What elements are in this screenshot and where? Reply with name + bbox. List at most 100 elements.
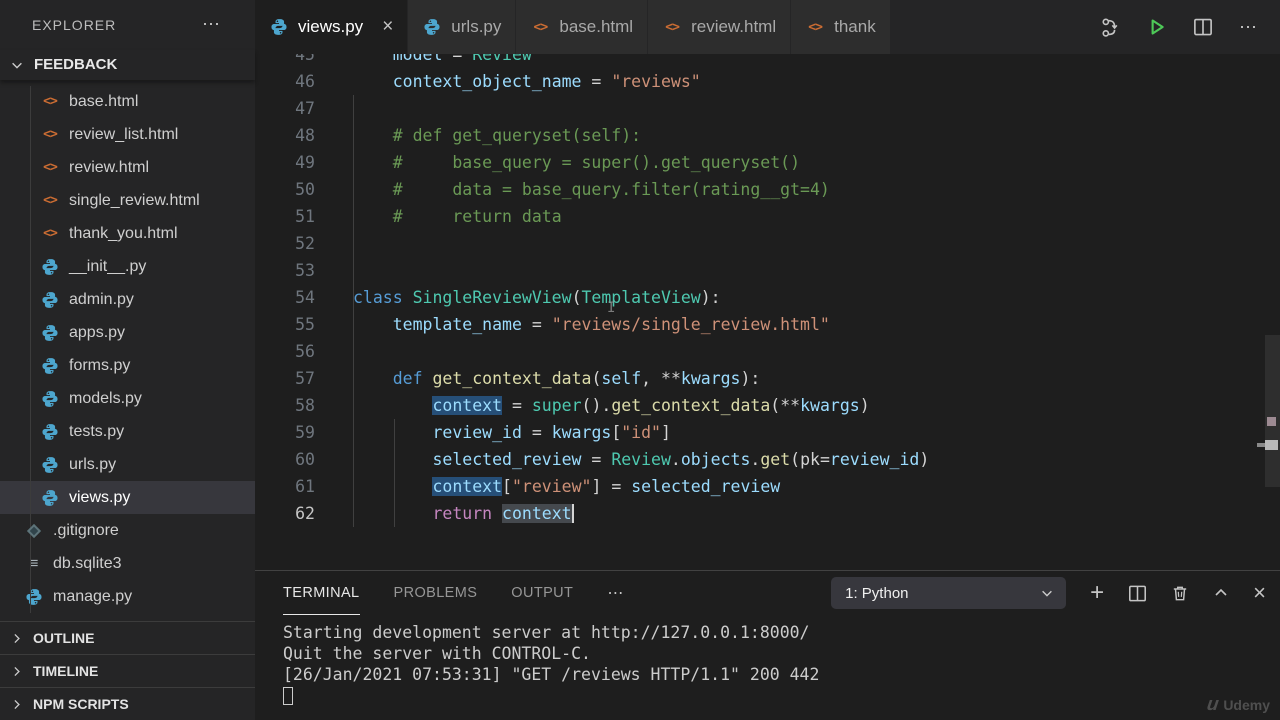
panel-tab-terminal[interactable]: TERMINAL — [283, 571, 360, 615]
open-changes-icon[interactable] — [1100, 17, 1121, 38]
code-line-54[interactable]: 54class SingleReviewView(TemplateView): — [255, 284, 1280, 311]
file-item-gitignore[interactable]: .gitignore — [0, 514, 255, 547]
file-item-manage-py[interactable]: manage.py — [0, 580, 255, 613]
sidebar-section-timeline[interactable]: TIMELINE — [0, 654, 255, 687]
sidebar-section-npm-scripts[interactable]: NPM SCRIPTS — [0, 687, 255, 720]
code-line-55[interactable]: 55 template_name = "reviews/single_revie… — [255, 311, 1280, 338]
code-line-48[interactable]: 48 # def get_queryset(self): — [255, 122, 1280, 149]
code-line-46[interactable]: 46 context_object_name = "reviews" — [255, 68, 1280, 95]
file-name: views.py — [69, 489, 130, 507]
explorer-header: EXPLORER ⋯ — [0, 0, 255, 50]
code-lines: 45 model = Review46 context_object_name … — [255, 54, 1280, 527]
code-editor[interactable]: 45 model = Review46 context_object_name … — [255, 54, 1280, 570]
file-item-review-list-html[interactable]: <>review_list.html — [0, 118, 255, 151]
run-python-icon[interactable] — [1147, 17, 1167, 37]
kill-terminal-icon[interactable] — [1171, 584, 1189, 603]
chevron-down-icon — [1040, 586, 1054, 600]
file-item-forms-py[interactable]: forms.py — [0, 349, 255, 382]
editor-more-icon[interactable]: ⋯ — [1239, 17, 1258, 38]
python-file-icon — [40, 357, 60, 375]
file-item-admin-py[interactable]: admin.py — [0, 283, 255, 316]
code-text: selected_review = Review.objects.get(pk=… — [315, 446, 929, 473]
split-terminal-icon[interactable] — [1128, 584, 1147, 603]
terminal-cursor — [283, 687, 293, 705]
new-terminal-icon[interactable]: + — [1090, 579, 1104, 607]
tab-review-html[interactable]: <>review.html — [648, 0, 791, 54]
file-item-urls-py[interactable]: urls.py — [0, 448, 255, 481]
tab-label: urls.py — [451, 17, 501, 37]
code-line-49[interactable]: 49 # base_query = super().get_queryset() — [255, 149, 1280, 176]
tabs: views.py×urls.py<>base.html<>review.html… — [255, 0, 891, 54]
file-item-base-html[interactable]: <>base.html — [0, 85, 255, 118]
editor-scrollbar[interactable] — [1265, 335, 1280, 487]
code-line-56[interactable]: 56 — [255, 338, 1280, 365]
code-line-51[interactable]: 51 # return data — [255, 203, 1280, 230]
code-line-59[interactable]: 59 review_id = kwargs["id"] — [255, 419, 1280, 446]
line-number: 48 — [255, 122, 315, 149]
html-file-icon: <> — [40, 127, 60, 142]
code-line-45[interactable]: 45 model = Review — [255, 54, 1280, 68]
file-item-models-py[interactable]: models.py — [0, 382, 255, 415]
file-item-init-py[interactable]: __init__.py — [0, 250, 255, 283]
chevron-down-icon — [10, 58, 24, 72]
explorer-sidebar: EXPLORER ⋯ FEEDBACK <>base.html<>review_… — [0, 0, 255, 720]
tab-thank[interactable]: <>thank — [791, 0, 891, 54]
tab-label: review.html — [691, 17, 776, 37]
file-name: review.html — [69, 159, 149, 177]
file-item-thank-you-html[interactable]: <>thank_you.html — [0, 217, 255, 250]
line-number: 50 — [255, 176, 315, 203]
file-name: db.sqlite3 — [53, 555, 122, 573]
code-line-50[interactable]: 50 # data = base_query.filter(rating__gt… — [255, 176, 1280, 203]
python-file-icon — [40, 390, 60, 408]
explorer-more-icon[interactable]: ⋯ — [202, 14, 221, 35]
code-line-47[interactable]: 47 — [255, 95, 1280, 122]
panel-header: TERMINAL PROBLEMS OUTPUT ⋯ 1: Python + — [255, 571, 1280, 615]
code-text: review_id = kwargs["id"] — [315, 419, 671, 446]
line-number: 62 — [255, 500, 315, 527]
panel-tab-problems[interactable]: PROBLEMS — [394, 571, 478, 615]
folder-section-header[interactable]: FEEDBACK — [0, 50, 255, 80]
panel-more-icon[interactable]: ⋯ — [607, 583, 624, 603]
maximize-panel-icon[interactable] — [1213, 585, 1229, 601]
line-number: 54 — [255, 284, 315, 311]
terminal-line: [26/Jan/2021 07:53:31] "GET /reviews HTT… — [283, 664, 1280, 685]
code-line-53[interactable]: 53 — [255, 257, 1280, 284]
tab-urls-py[interactable]: urls.py — [408, 0, 516, 54]
file-item-tests-py[interactable]: tests.py — [0, 415, 255, 448]
code-line-61[interactable]: 61 context["review"] = selected_review — [255, 473, 1280, 500]
tab-base-html[interactable]: <>base.html — [516, 0, 648, 54]
file-item-apps-py[interactable]: apps.py — [0, 316, 255, 349]
file-item-single-review-html[interactable]: <>single_review.html — [0, 184, 255, 217]
code-line-62[interactable]: 62 return context — [255, 500, 1280, 527]
code-text — [315, 338, 353, 365]
folder-section-label: FEEDBACK — [34, 56, 117, 73]
udemy-watermark: u Udemy — [1207, 694, 1270, 716]
indent-guide — [353, 95, 354, 527]
overview-ruler-mark — [1265, 440, 1278, 450]
code-line-52[interactable]: 52 — [255, 230, 1280, 257]
code-text: model = Review — [315, 54, 532, 68]
panel-tab-output[interactable]: OUTPUT — [511, 571, 573, 615]
code-line-58[interactable]: 58 context = super().get_context_data(**… — [255, 392, 1280, 419]
code-text — [315, 257, 353, 284]
terminal-output[interactable]: Starting development server at http://12… — [255, 615, 1280, 710]
git-file-icon — [24, 526, 44, 536]
file-item-review-html[interactable]: <>review.html — [0, 151, 255, 184]
code-line-57[interactable]: 57 def get_context_data(self, **kwargs): — [255, 365, 1280, 392]
close-tab-icon[interactable]: × — [382, 16, 393, 38]
code-text: # return data — [315, 203, 562, 230]
split-editor-icon[interactable] — [1193, 17, 1213, 37]
close-panel-icon[interactable]: × — [1253, 580, 1266, 606]
sidebar-section-outline[interactable]: OUTLINE — [0, 621, 255, 654]
chevron-right-icon — [10, 698, 23, 711]
terminal-select[interactable]: 1: Python — [831, 577, 1066, 609]
file-item-views-py[interactable]: views.py — [0, 481, 255, 514]
python-file-icon — [40, 489, 60, 507]
chevron-right-icon — [10, 665, 23, 678]
file-item-db-sqlite3[interactable]: ≡db.sqlite3 — [0, 547, 255, 580]
tab-views-py[interactable]: views.py× — [255, 0, 408, 54]
code-line-60[interactable]: 60 selected_review = Review.objects.get(… — [255, 446, 1280, 473]
line-number: 49 — [255, 149, 315, 176]
html-file-icon: <> — [530, 20, 550, 35]
terminal-select-value: 1: Python — [845, 585, 908, 602]
